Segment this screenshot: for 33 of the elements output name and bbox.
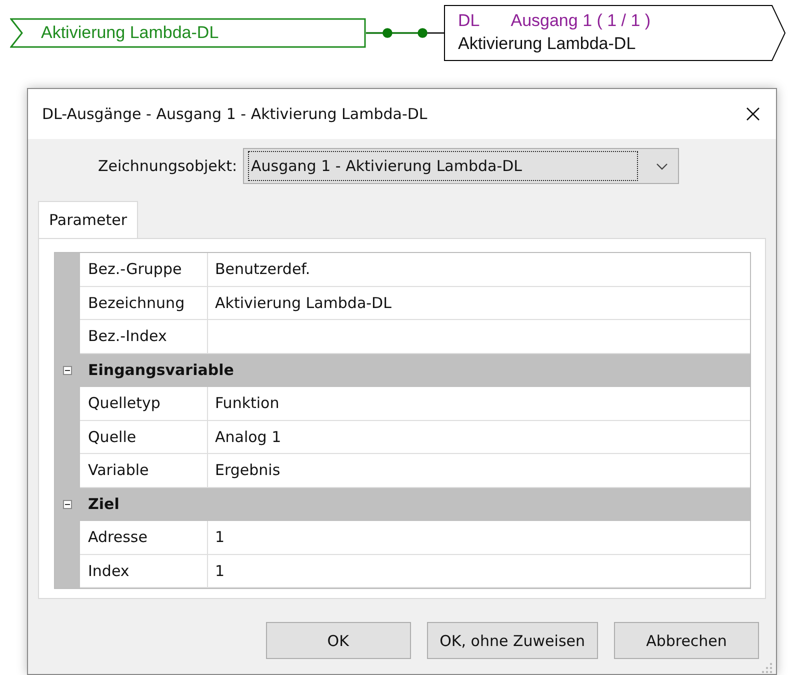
property-label: Quelle: [80, 420, 208, 454]
property-label: Index: [80, 554, 208, 588]
property-label: Quelletyp: [80, 387, 208, 420]
dialog-button[interactable]: Abbrechen: [614, 622, 759, 659]
window-title: DL-Ausgänge - Ausgang 1 - Aktivierung Lambda-DL: [42, 105, 428, 123]
group-header: Eingangsvariable: [87, 360, 234, 382]
property-label: Variable: [80, 454, 208, 488]
chevron-down-icon: [656, 162, 668, 170]
group-header: Ziel: [87, 494, 120, 516]
property-value: Aktivierung Lambda-DL: [208, 286, 750, 320]
tab[interactable]: Parameter: [38, 201, 138, 238]
property-label: Bez.-Index: [80, 320, 208, 354]
resize-grip-icon: [762, 663, 772, 673]
dialog-button[interactable]: OK, ohne Zuweisen: [426, 622, 598, 659]
dialog-button[interactable]: OK: [266, 622, 411, 659]
property-value: Funktion: [208, 387, 750, 420]
property-value: Ergebnis: [208, 454, 750, 488]
input-tag: Aktivierung Lambda-DL: [10, 18, 366, 48]
object-dropdown[interactable]: Ausgang 1 - Aktivierung Lambda-DL: [243, 148, 679, 184]
property-label: Bez.-Gruppe: [80, 253, 208, 286]
property-value: Analog 1: [208, 420, 750, 454]
collapse-toggle[interactable]: [63, 500, 72, 509]
field-label: Zeichnungsobjekt:: [98, 157, 237, 175]
close-icon: [746, 107, 760, 121]
block-type: DL: [458, 10, 480, 32]
block-name: Aktivierung Lambda-DL: [458, 33, 637, 55]
property-value: 1: [208, 554, 750, 588]
property-value: 1: [208, 521, 750, 554]
block-title: Ausgang 1 ( 1 / 1 ): [510, 10, 651, 32]
collapse-toggle[interactable]: [63, 366, 72, 375]
property-label: Bezeichnung: [80, 286, 208, 320]
property-value: Benutzerdef.: [208, 253, 750, 286]
property-label: Adresse: [80, 521, 208, 554]
